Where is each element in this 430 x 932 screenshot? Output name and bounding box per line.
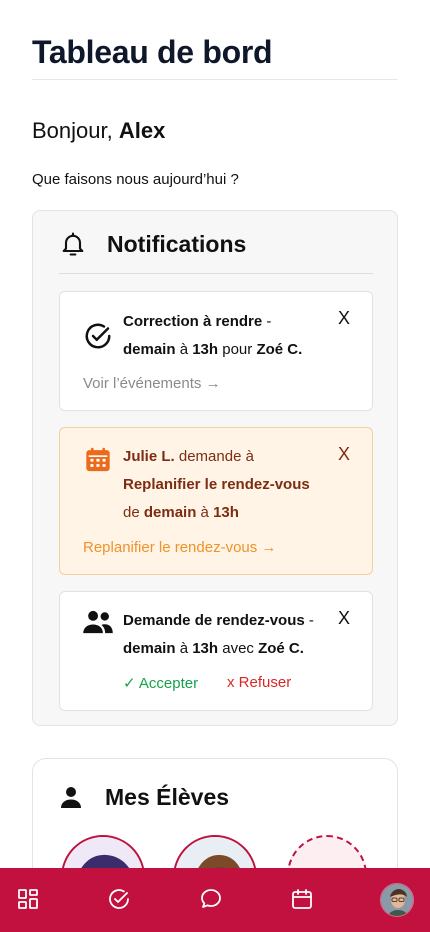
notification-card-reschedule: Julie L. demande à Replanifier le rendez…	[59, 427, 373, 575]
greeting-prefix: Bonjour,	[32, 118, 113, 143]
notification-card-correction: Correction à rendre - demain à 13h pour …	[59, 291, 373, 411]
notification-text: Julie L. demande à Replanifier le rendez…	[123, 448, 310, 521]
check-circle-icon	[82, 320, 114, 352]
students-title: Mes Élèves	[105, 783, 230, 810]
notifications-header: Notifications	[59, 227, 246, 261]
messages-icon[interactable]	[198, 886, 224, 912]
group-icon	[82, 606, 114, 638]
notifications-title: Notifications	[107, 230, 247, 257]
user-name: Alex	[118, 118, 166, 143]
view-event-link[interactable]: Voir l’événements →	[83, 375, 221, 392]
title-divider	[32, 79, 398, 80]
accept-button[interactable]: ✓ Accepter	[123, 674, 198, 692]
notification-card-appointment: Demande de rendez-vous - demain à 13h av…	[59, 591, 373, 711]
notifications-divider	[59, 273, 373, 274]
dashboard-icon[interactable]	[15, 886, 41, 912]
person-icon	[59, 783, 87, 811]
profile-avatar[interactable]	[380, 883, 414, 917]
tasks-icon[interactable]	[106, 886, 132, 912]
close-notification-button[interactable]: X	[338, 608, 350, 628]
bottom-nav	[0, 868, 430, 932]
close-notification-button[interactable]: X	[338, 308, 350, 328]
notification-text: Demande de rendez-vous - demain à 13h av…	[123, 612, 314, 657]
bell-icon	[59, 228, 89, 260]
notification-text: Correction à rendre - demain à 13h pour …	[123, 313, 303, 358]
notification-title: Correction à rendre	[123, 313, 263, 330]
refuse-button[interactable]: x Refuser	[227, 674, 291, 691]
greeting-question: Que faisons nous aujourd’hui ?	[32, 171, 239, 188]
calendar-icon	[82, 444, 114, 476]
greeting: Bonjour, Alex	[32, 118, 165, 144]
close-notification-button[interactable]: X	[338, 444, 350, 464]
notification-title: Demande de rendez-vous	[123, 612, 305, 629]
calendar-icon[interactable]	[289, 886, 315, 912]
students-header: Mes Élèves	[59, 783, 229, 811]
reschedule-link[interactable]: Replanifier le rendez-vous →	[83, 539, 276, 556]
notifications-panel: Notifications Correction à rendre - dema…	[32, 210, 398, 726]
page-title: Tableau de bord	[32, 34, 273, 70]
